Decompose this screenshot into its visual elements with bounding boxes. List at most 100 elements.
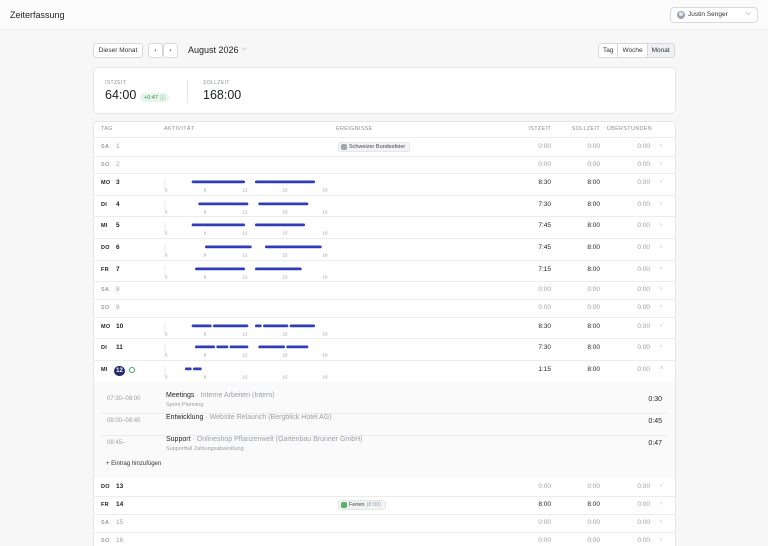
weekday-label: DO	[101, 484, 110, 490]
entry-title[interactable]: Support · Onlineshop Pflanzenwelt (Garte…	[166, 436, 363, 443]
time-entry-bar[interactable]	[185, 367, 192, 371]
entry-duration: 0:30	[648, 396, 662, 403]
timeline-tick-label: 15	[282, 210, 288, 215]
time-entry-bar[interactable]	[195, 345, 215, 349]
time-entry-bar[interactable]	[289, 324, 315, 328]
time-entry-bar[interactable]	[205, 245, 252, 249]
running-timer-icon	[129, 367, 135, 373]
user-select[interactable]: Justin Senger ⌵	[670, 7, 758, 23]
chevron-right-icon[interactable]: ›	[660, 266, 662, 272]
timeline-tick-label: 6	[165, 253, 168, 258]
day-number: 11	[116, 344, 123, 351]
activity-timeline: 6 9 12 15 18	[164, 244, 328, 258]
chevron-right-icon[interactable]: ›	[660, 304, 662, 310]
timeline-tick-label: 15	[282, 332, 288, 337]
timeline-tick-label: 12	[242, 231, 248, 236]
day-number: 8	[116, 286, 120, 293]
ist-value: 7:45	[538, 244, 551, 251]
chevron-right-icon[interactable]: ›	[660, 244, 662, 250]
time-entry-bar[interactable]	[265, 245, 322, 249]
time-entry-bar[interactable]	[255, 267, 302, 271]
time-entry-bar[interactable]	[191, 223, 245, 227]
soll-value: 0:00	[587, 537, 600, 544]
chevron-right-icon[interactable]: ›	[660, 537, 662, 543]
this-month-button[interactable]: Dieser Monat	[93, 43, 143, 58]
timeline-tick-label: 6	[165, 332, 168, 337]
weekday-label: SA	[101, 520, 110, 526]
entry-time: 08:00–08:45	[107, 418, 141, 424]
chevron-right-icon[interactable]: ›	[660, 179, 662, 185]
chevron-right-icon[interactable]: ›	[660, 286, 662, 292]
chevron-right-icon[interactable]: ›	[660, 161, 662, 167]
chevron-right-icon[interactable]: ›	[660, 222, 662, 228]
event-chip: Ferien (8:00)	[338, 500, 386, 510]
timeline-tick-label: 6	[165, 231, 168, 236]
time-entry-bar[interactable]	[286, 345, 309, 349]
overtime-value: 0:00	[637, 265, 650, 273]
chevron-right-icon[interactable]: ›	[660, 143, 662, 149]
time-entry-bar[interactable]	[213, 324, 249, 328]
ist-value: 8:30	[538, 322, 551, 330]
time-entry-bar[interactable]	[198, 202, 249, 206]
view-tab-day[interactable]: Tag	[599, 44, 619, 57]
time-entry-bar[interactable]	[255, 180, 315, 184]
time-entry-bar[interactable]	[216, 345, 229, 349]
ist-value: 7:15	[538, 265, 551, 273]
event-label: Schweizer Bundesfeier	[349, 144, 406, 150]
time-entry-bar[interactable]	[255, 223, 305, 227]
chevron-right-icon[interactable]: ›	[660, 501, 662, 507]
timeline-tick-label: 15	[282, 375, 288, 380]
overtime-value: 0:00	[637, 222, 650, 229]
time-entry-bar[interactable]	[258, 345, 285, 349]
view-switcher: Tag Woche Monat	[598, 43, 675, 58]
overtime-value: 0:00	[637, 501, 650, 508]
chevron-right-icon[interactable]: ›	[660, 483, 662, 489]
event-label: Ferien	[349, 502, 365, 508]
time-entry-bar[interactable]	[191, 324, 212, 328]
soll-value: 8:00	[587, 366, 600, 373]
day-number: 10	[116, 322, 124, 330]
chevron-up-icon[interactable]: ˄	[660, 366, 664, 372]
chevron-right-icon[interactable]: ›	[660, 519, 662, 525]
time-entry-bar[interactable]	[195, 267, 245, 271]
entry-title[interactable]: Meetings · Interne Arbeiten (Intern)	[166, 392, 275, 399]
soll-value: 8:00	[587, 244, 600, 251]
entry-project: Onlineshop Pflanzenwelt (Gartenbau Brunn…	[196, 436, 363, 443]
timeline-tick-label: 12	[242, 188, 248, 193]
weekday-label: FR	[101, 502, 109, 508]
soll-value: 0:00	[587, 483, 600, 490]
view-tab-week[interactable]: Woche	[618, 44, 648, 57]
next-month-button[interactable]: ›	[163, 43, 178, 58]
ist-value: 0:00	[538, 286, 551, 293]
calendar-event-icon	[341, 144, 347, 150]
entry-time: 07:30–08:00	[107, 396, 141, 402]
add-entry-button[interactable]: + Eintrag hinzufügen	[106, 461, 161, 467]
chevron-down-icon[interactable]: ⌵	[242, 46, 247, 53]
timeline-tick-label: 15	[282, 253, 288, 258]
prev-month-button[interactable]: ‹	[148, 43, 163, 58]
entry-time: 08:45–	[107, 440, 126, 446]
time-entry-bar[interactable]	[191, 180, 245, 184]
month-picker[interactable]: August 2026	[188, 45, 239, 55]
time-entry-bar[interactable]	[193, 367, 202, 371]
time-entry-bar[interactable]	[255, 324, 262, 328]
timeline-tick-label: 18	[322, 375, 328, 380]
timeline-tick-label: 15	[282, 231, 288, 236]
time-entry-bar[interactable]	[263, 324, 289, 328]
chevron-right-icon[interactable]: ›	[660, 323, 662, 329]
timeline-tick-label: 12	[242, 375, 248, 380]
entry-project: Website Relaunch (Bergblick Hotel AG)	[209, 414, 332, 421]
timeline-tick-label: 12	[242, 210, 248, 215]
view-tab-month[interactable]: Monat	[647, 44, 674, 57]
chevron-right-icon[interactable]: ›	[660, 201, 662, 207]
day-number: 16	[116, 537, 124, 544]
day-number: 5	[116, 222, 120, 229]
chevron-right-icon[interactable]: ›	[660, 344, 662, 350]
timeline-tick-label: 18	[322, 188, 328, 193]
time-entry-bar[interactable]	[229, 345, 249, 349]
time-entry-bar[interactable]	[258, 202, 309, 206]
entry-title[interactable]: Entwicklung · Website Relaunch (Bergblic…	[166, 414, 332, 421]
day-number: 6	[116, 244, 120, 251]
col-header-overtime: ÜBERSTUNDEN	[606, 126, 652, 132]
timeline-tick-label: 18	[322, 231, 328, 236]
